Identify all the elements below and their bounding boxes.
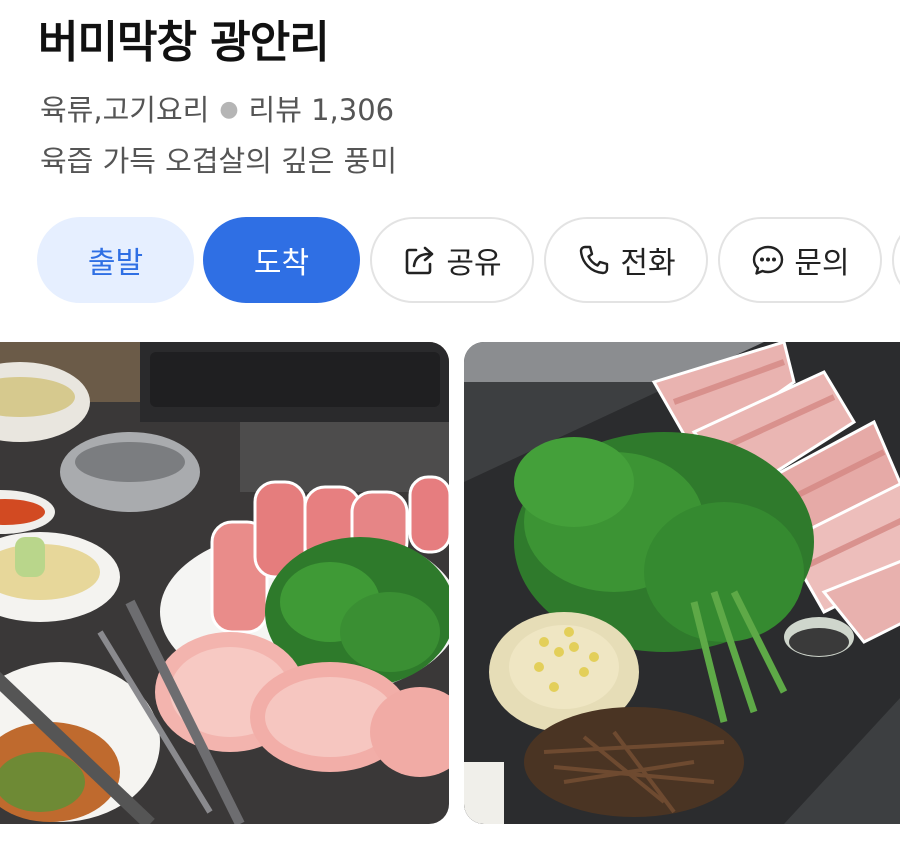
call-button[interactable]: 전화 [544,217,708,303]
place-description: 육즙 가득 오겹살의 깊은 풍미 [40,144,398,178]
call-label: 전화 [620,246,676,281]
share-button[interactable]: 공유 [370,217,534,303]
phone-icon [580,245,609,275]
arrive-label: 도착 [253,246,310,281]
share-icon [406,246,434,275]
chat-bubble-icon [753,245,784,275]
category-label: 육류,고기요리 [40,93,210,127]
inquiry-label: 문의 [794,246,850,281]
action-button-row: 출발 도착 공유 전화 문의 [37,217,900,305]
depart-label: 출발 [87,246,144,281]
review-count-link[interactable]: 리뷰 1,306 [249,93,395,127]
arrive-button[interactable]: 도착 [203,217,360,303]
grill-platter-image [464,342,900,824]
place-title: 버미막창 광안리 [38,17,330,68]
more-actions-button[interactable] [892,217,900,303]
place-meta: 육류,고기요리 ● 리뷰 1,306 [40,87,394,129]
restaurant-photo-1[interactable] [0,342,449,824]
inquiry-button[interactable]: 문의 [718,217,882,303]
separator-dot: ● [219,97,239,122]
depart-button[interactable]: 출발 [37,217,194,303]
pork-belly-grill-image [0,342,449,824]
share-label: 공유 [446,246,502,281]
restaurant-photo-2[interactable] [464,342,900,824]
